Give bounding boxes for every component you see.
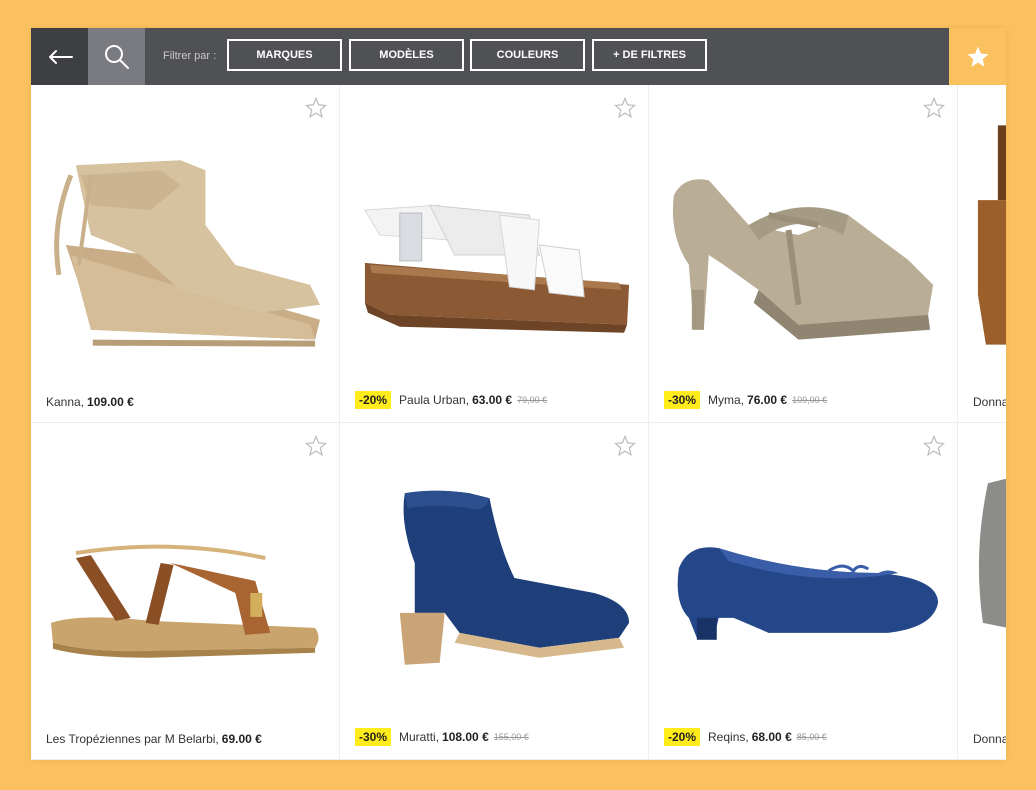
product-price: 76.00 € (747, 393, 788, 407)
arrow-left-icon (48, 49, 73, 64)
product-name: Kanna, (46, 395, 85, 409)
filter-toolbar: Filtrer par : MARQUES MODÈLES COULEURS +… (31, 28, 1006, 85)
product-image[interactable] (340, 115, 648, 365)
product-name: Donna (973, 395, 1006, 409)
product-card[interactable]: -20% Reqins, 68.00 € 85,00 € (649, 423, 958, 760)
product-caption: -20% Paula Urban, 63.00 € 79,00 € (355, 391, 547, 409)
filter-label: Filtrer par : (163, 50, 217, 62)
product-card[interactable]: Donna (958, 85, 1006, 423)
product-name: Donna (973, 732, 1006, 746)
product-image[interactable] (340, 453, 648, 703)
product-old-price: 79,00 € (517, 395, 548, 405)
filter-colors-button[interactable]: COULEURS (470, 39, 585, 71)
more-filters-button[interactable]: + DE FILTRES (592, 39, 707, 71)
filter-brands-button[interactable]: MARQUES (227, 39, 342, 71)
product-card[interactable]: -30% Myma, 76.00 € 109,00 € (649, 85, 958, 423)
product-old-price: 85,00 € (796, 732, 827, 742)
product-price: 63.00 € (472, 393, 513, 407)
star-icon (967, 46, 988, 67)
product-name: Myma, (708, 393, 745, 407)
discount-badge: -30% (355, 728, 392, 746)
product-image[interactable] (958, 453, 1006, 703)
product-caption: -30% Myma, 76.00 € 109,00 € (664, 391, 827, 409)
product-image[interactable] (958, 115, 1006, 365)
product-price: 68.00 € (751, 730, 792, 744)
discount-badge: -20% (355, 391, 392, 409)
back-button[interactable] (31, 28, 88, 85)
search-icon (104, 44, 129, 69)
product-price: 69.00 € (221, 732, 262, 746)
product-image[interactable] (31, 115, 339, 365)
product-image[interactable] (31, 453, 339, 703)
product-image[interactable] (649, 115, 957, 365)
product-caption: Kanna, 109.00 € (46, 395, 134, 409)
search-button[interactable] (88, 28, 145, 85)
product-old-price: 109,00 € (792, 395, 828, 405)
product-price: 109.00 € (87, 395, 134, 409)
product-caption: -20% Reqins, 68.00 € 85,00 € (664, 728, 827, 746)
product-old-price: 155,00 € (493, 732, 529, 742)
discount-badge: -30% (664, 391, 701, 409)
product-grid: Kanna, 109.00 € -20% Paula Urban, 63.00 … (31, 85, 1006, 760)
product-price: 108.00 € (442, 730, 489, 744)
discount-badge: -20% (664, 728, 701, 746)
product-caption: Donna (973, 395, 1006, 409)
product-card[interactable]: -30% Muratti, 108.00 € 155,00 € (340, 423, 649, 760)
product-card[interactable]: Donna (958, 423, 1006, 760)
product-name: Reqins, (708, 730, 749, 744)
product-card[interactable]: -20% Paula Urban, 63.00 € 79,00 € (340, 85, 649, 423)
product-caption: -30% Muratti, 108.00 € 155,00 € (355, 728, 529, 746)
filter-models-button[interactable]: MODÈLES (349, 39, 464, 71)
product-card[interactable]: Les Tropéziennes par M Belarbi, 69.00 € (31, 423, 340, 760)
app-window: Filtrer par : MARQUES MODÈLES COULEURS +… (31, 28, 1006, 760)
product-name: Muratti, (399, 730, 440, 744)
product-image[interactable] (649, 453, 957, 703)
product-caption: Les Tropéziennes par M Belarbi, 69.00 € (46, 732, 262, 746)
product-card[interactable]: Kanna, 109.00 € (31, 85, 340, 423)
product-caption: Donna (973, 732, 1006, 746)
product-name: Les Tropéziennes par M Belarbi, (46, 732, 219, 746)
favorites-button[interactable] (949, 28, 1006, 85)
product-name: Paula Urban, (399, 393, 470, 407)
